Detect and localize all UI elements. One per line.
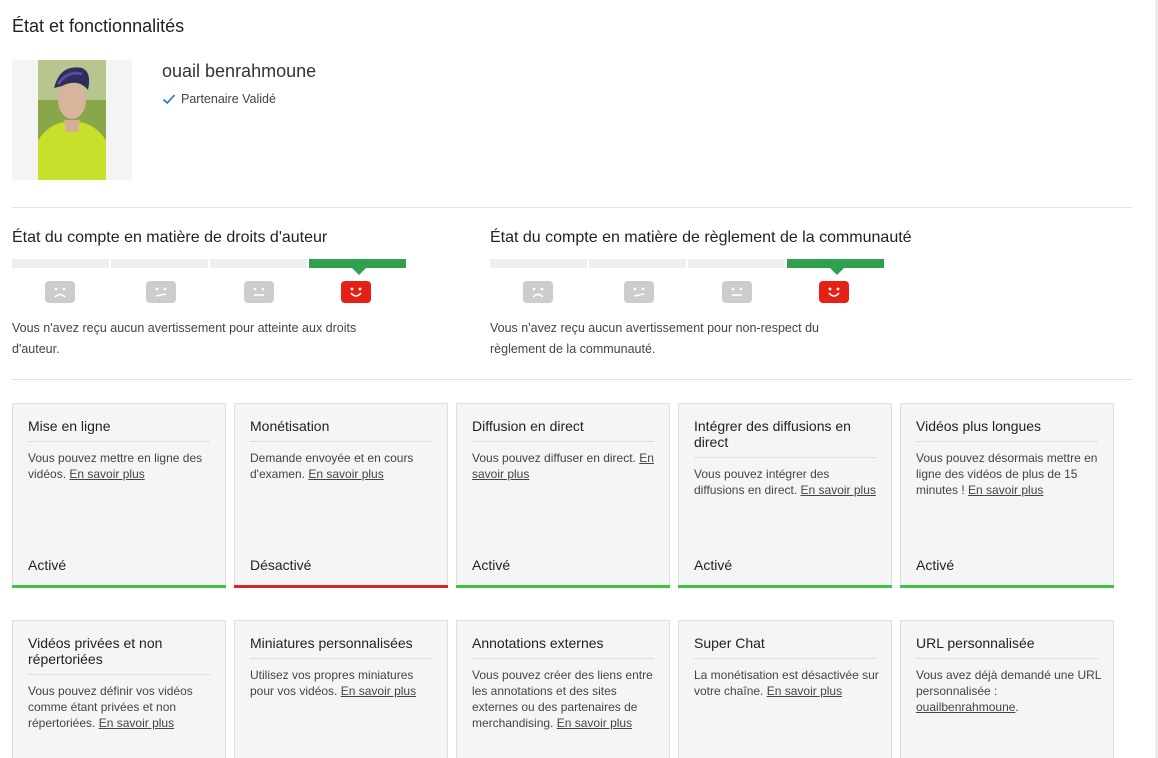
partner-label: Partenaire Validé	[181, 92, 276, 106]
channel-avatar[interactable]	[12, 60, 132, 180]
community-status-title: État du compte en matière de règlement d…	[490, 229, 912, 246]
feature-title: Annotations externes	[472, 635, 654, 659]
feature-status: Désactivé	[250, 557, 312, 573]
status-indicator-line	[456, 585, 670, 588]
copyright-status-text: Vous n'avez reçu aucun avertissement pou…	[12, 321, 357, 356]
strike-pointer	[830, 268, 844, 275]
status-indicator-line	[900, 585, 1114, 588]
feature-description: Vous pouvez créer des liens entre les an…	[472, 668, 653, 730]
strike-segment	[111, 259, 208, 268]
partner-status: Partenaire Validé	[162, 92, 276, 106]
feature-description: Vous pouvez diffuser en direct. En savoi…	[472, 451, 654, 481]
status-indicator-line	[678, 585, 892, 588]
smile-face-icon	[341, 281, 371, 303]
feature-card-live-streaming: Diffusion en direct Vous pouvez diffuser…	[456, 403, 670, 588]
strike-segment	[589, 259, 686, 268]
feature-card-custom-url: URL personnalisée Vous avez déjà demandé…	[900, 620, 1114, 758]
neutral-face-icon	[244, 281, 274, 303]
copyright-strike-bar	[12, 259, 406, 268]
feature-description: Vous pouvez mettre en ligne des vidéos. …	[28, 451, 203, 481]
learn-more-link[interactable]: En savoir plus	[767, 684, 842, 698]
community-strike-bar	[490, 259, 884, 268]
feature-title: Vidéos privées et non répertoriées	[28, 635, 210, 675]
learn-more-link[interactable]: En savoir plus	[968, 483, 1043, 497]
strike-segment-current	[309, 259, 406, 268]
divider	[12, 379, 1132, 380]
learn-more-link[interactable]: En savoir plus	[341, 684, 416, 698]
strike-segment	[12, 259, 109, 268]
learn-more-link[interactable]: En savoir plus	[99, 716, 174, 730]
feature-description: Utilisez vos propres miniatures pour vos…	[250, 668, 417, 698]
sad-face-icon	[45, 281, 75, 303]
feature-card-longer-videos: Vidéos plus longues Vous pouvez désormai…	[900, 403, 1114, 588]
learn-more-link[interactable]: En savoir plus	[69, 467, 144, 481]
learn-more-link[interactable]: En savoir plus	[801, 483, 876, 497]
strike-segment	[210, 259, 307, 268]
feature-title: Miniatures personnalisées	[250, 635, 432, 659]
feature-title: URL personnalisée	[916, 635, 1098, 659]
community-status-text: Vous n'avez reçu aucun avertissement pou…	[490, 321, 819, 356]
feature-title: Mise en ligne	[28, 418, 210, 442]
unhappy-face-icon	[624, 281, 654, 303]
feature-title: Vidéos plus longues	[916, 418, 1098, 442]
strike-segment	[688, 259, 785, 268]
feature-card-upload: Mise en ligne Vous pouvez mettre en lign…	[12, 403, 226, 588]
feature-status: Activé	[28, 557, 67, 573]
feature-card-monetization: Monétisation Demande envoyée et en cours…	[234, 403, 448, 588]
smile-face-icon	[819, 281, 849, 303]
status-indicator-line	[234, 585, 448, 588]
feature-card-external-annotations: Annotations externes Vous pouvez créer d…	[456, 620, 670, 758]
feature-card-embed-live: Intégrer des diffusions en direct Vous p…	[678, 403, 892, 588]
channel-name[interactable]: ouail benrahmoune	[162, 61, 316, 82]
status-indicator-line	[12, 585, 226, 588]
feature-card-private-videos: Vidéos privées et non répertoriées Vous …	[12, 620, 226, 758]
feature-description: Demande envoyée et en cours d'examen. En…	[250, 451, 414, 481]
strike-segment-current	[787, 259, 884, 268]
feature-status: Activé	[694, 557, 733, 573]
page-title: État et fonctionnalités	[12, 16, 185, 36]
strike-segment	[490, 259, 587, 268]
feature-description: Vous pouvez définir vos vidéos comme éta…	[28, 684, 193, 730]
unhappy-face-icon	[146, 281, 176, 303]
feature-description: La monétisation est désactivée sur votre…	[694, 668, 879, 698]
check-icon	[162, 94, 176, 105]
neutral-face-icon	[722, 281, 752, 303]
feature-card-super-chat: Super Chat La monétisation est désactivé…	[678, 620, 892, 758]
feature-description: Vous pouvez désormais mettre en ligne de…	[916, 451, 1098, 497]
custom-url-link[interactable]: ouailbenrahmoune	[916, 700, 1015, 714]
sad-face-icon	[523, 281, 553, 303]
feature-title: Monétisation	[250, 418, 432, 442]
divider	[12, 207, 1132, 208]
feature-status: Activé	[916, 557, 955, 573]
feature-title: Intégrer des diffusions en direct	[694, 418, 876, 458]
learn-more-link[interactable]: En savoir plus	[308, 467, 383, 481]
feature-title: Diffusion en direct	[472, 418, 654, 442]
feature-description: Vous pouvez intégrer des diffusions en d…	[694, 467, 876, 497]
learn-more-link[interactable]: En savoir plus	[557, 716, 632, 730]
feature-card-custom-thumbnails: Miniatures personnalisées Utilisez vos p…	[234, 620, 448, 758]
strike-pointer	[352, 268, 366, 275]
copyright-status-title: État du compte en matière de droits d'au…	[12, 229, 328, 246]
feature-title: Super Chat	[694, 635, 876, 659]
feature-status: Activé	[472, 557, 511, 573]
feature-description: Vous avez déjà demandé une URL personnal…	[916, 668, 1102, 714]
